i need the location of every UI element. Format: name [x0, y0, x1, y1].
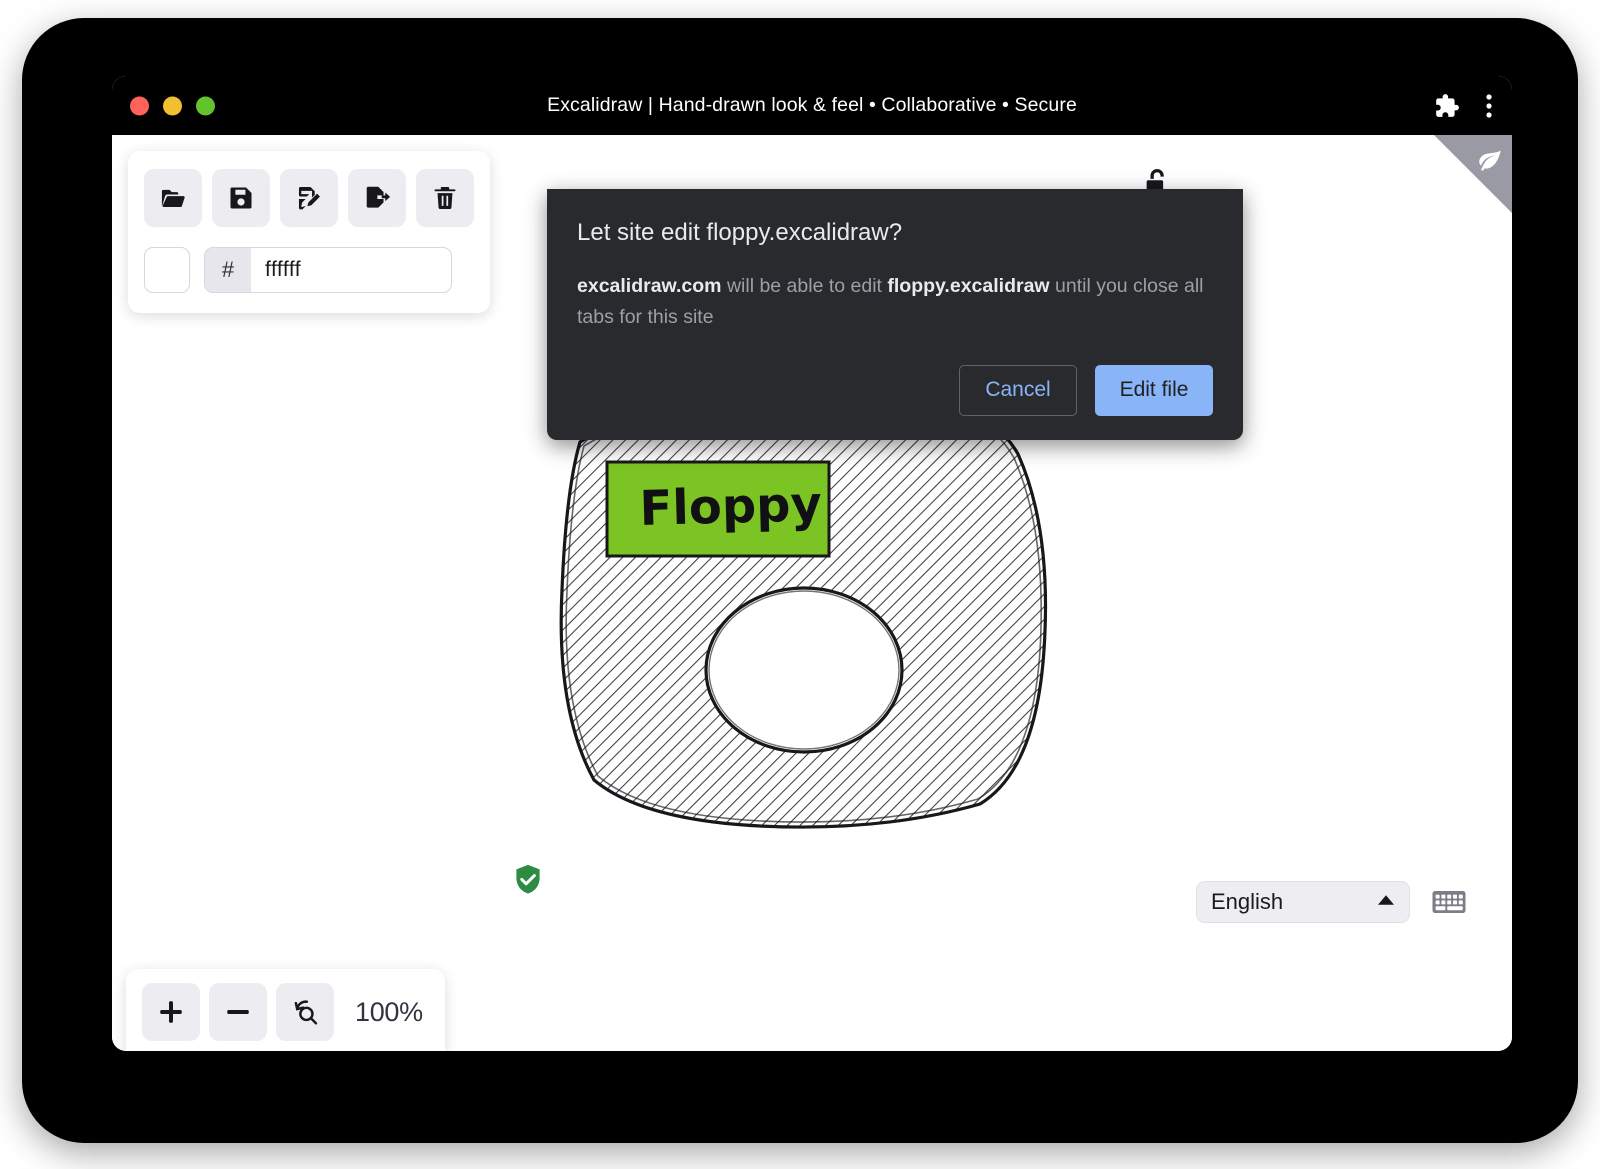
language-select[interactable]: English	[1196, 881, 1410, 923]
status-badge	[511, 862, 545, 901]
window-controls	[130, 96, 215, 115]
titlebar-actions	[1434, 93, 1492, 119]
hex-color-value[interactable]: ffffff	[251, 258, 451, 282]
save-as-button[interactable]	[280, 169, 338, 227]
floppy-drawing[interactable]: Floppy	[532, 380, 1092, 865]
chevron-up-icon	[1377, 893, 1395, 911]
close-window-button[interactable]	[130, 96, 149, 115]
background-color-row: # ffffff	[144, 247, 474, 293]
zoom-out-button[interactable]	[209, 983, 267, 1041]
screenshot-root: Excalidraw | Hand-drawn look & feel • Co…	[0, 0, 1600, 1169]
browser-titlebar: Excalidraw | Hand-drawn look & feel • Co…	[112, 76, 1512, 135]
zoom-controls-panel: 100%	[126, 969, 445, 1051]
dialog-body-mid: will be able to edit	[722, 275, 888, 297]
hex-color-input[interactable]: # ffffff	[204, 247, 452, 293]
corner-ribbon[interactable]	[1434, 135, 1512, 213]
window-title: Excalidraw | Hand-drawn look & feel • Co…	[112, 94, 1512, 117]
dialog-filename: floppy.excalidraw	[887, 275, 1049, 297]
floppy-label-text: Floppy	[639, 476, 823, 537]
permission-dialog: Let site edit floppy.excalidraw? excalid…	[547, 189, 1243, 440]
open-file-button[interactable]	[144, 169, 202, 227]
export-button[interactable]	[348, 169, 406, 227]
floppy-hub	[706, 588, 902, 752]
edit-file-button[interactable]: Edit file	[1095, 365, 1213, 416]
excalidraw-canvas[interactable]: # ffffff	[112, 135, 1512, 1051]
cancel-button[interactable]: Cancel	[959, 365, 1077, 416]
browser-window: Excalidraw | Hand-drawn look & feel • Co…	[112, 76, 1512, 1051]
keyboard-icon[interactable]	[1432, 889, 1466, 920]
leaf-icon	[1477, 147, 1503, 178]
minimize-window-button[interactable]	[163, 96, 182, 115]
dialog-title: Let site edit floppy.excalidraw?	[577, 219, 1213, 247]
device-frame: Excalidraw | Hand-drawn look & feel • Co…	[22, 18, 1578, 1143]
dialog-body: excalidraw.com will be able to edit flop…	[577, 271, 1213, 333]
floppy-label: Floppy	[607, 462, 829, 556]
browser-menu-icon[interactable]	[1486, 93, 1492, 119]
zoom-percentage[interactable]: 100%	[343, 997, 429, 1028]
zoom-in-button[interactable]	[142, 983, 200, 1041]
save-button[interactable]	[212, 169, 270, 227]
hex-prefix-label: #	[205, 248, 251, 292]
dialog-origin: excalidraw.com	[577, 275, 722, 297]
file-actions-row	[144, 169, 474, 227]
reset-zoom-button[interactable]	[276, 983, 334, 1041]
delete-button[interactable]	[416, 169, 474, 227]
maximize-window-button[interactable]	[196, 96, 215, 115]
dialog-actions: Cancel Edit file	[577, 365, 1213, 416]
toolbar-panel: # ffffff	[128, 151, 490, 313]
color-swatch[interactable]	[144, 247, 190, 293]
extensions-icon[interactable]	[1434, 93, 1460, 119]
language-select-value: English	[1211, 889, 1377, 915]
